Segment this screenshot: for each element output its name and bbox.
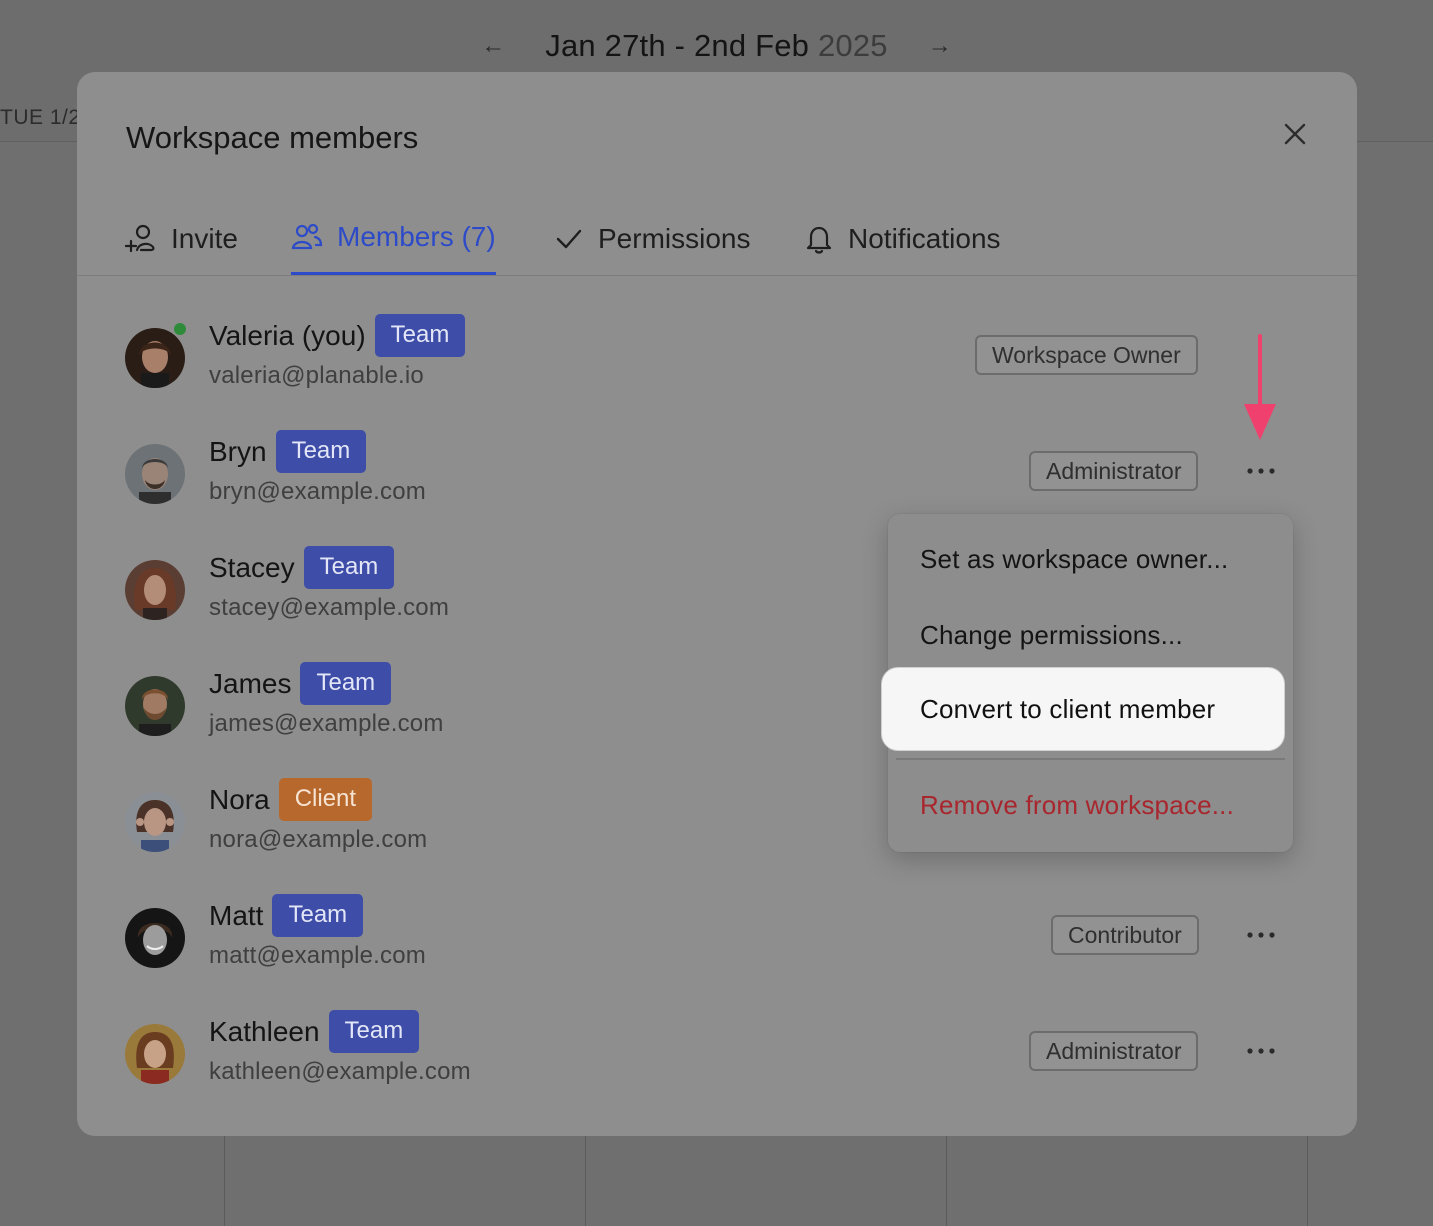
tab-permissions-label: Permissions: [598, 222, 751, 254]
previous-week-arrow-icon[interactable]: ←: [481, 32, 505, 60]
team-badge: Team: [303, 546, 395, 589]
week-range-year: 2025: [817, 28, 888, 63]
more-options-icon: [1247, 932, 1275, 938]
role-label: Contributor: [1051, 915, 1199, 955]
team-badge: Team: [275, 430, 367, 473]
close-icon: [1284, 123, 1306, 145]
client-badge: Client: [278, 778, 373, 821]
checkmark-icon: [556, 229, 582, 248]
annotation-arrow-icon: [1244, 334, 1276, 440]
avatar: [125, 908, 185, 968]
role-label: Administrator: [1029, 1031, 1199, 1071]
modal-tabs: Invite Members (7) Permissions Notificat…: [77, 202, 1357, 276]
team-badge: Team: [300, 662, 392, 705]
online-status-dot: [172, 321, 188, 337]
member-name: Stacey: [209, 551, 295, 583]
avatar: [125, 792, 185, 852]
member-name-row: Valeria (you) Team: [209, 314, 466, 357]
avatar: [125, 560, 185, 620]
tab-notifications-label: Notifications: [848, 222, 1001, 254]
member-name: Matt: [209, 899, 264, 931]
avatar: [125, 1024, 185, 1084]
role-label: Administrator: [1029, 451, 1199, 491]
member-name: Kathleen: [209, 1015, 320, 1047]
modal-title: Workspace members: [126, 120, 419, 155]
set-workspace-owner-option[interactable]: Set as workspace owner...: [920, 544, 1228, 575]
calendar-column-divider: [585, 1136, 586, 1226]
member-name: Nora: [209, 783, 270, 815]
day-column-label: TUE 1/2: [0, 106, 81, 129]
more-options-icon: [1247, 468, 1275, 474]
member-email: stacey@example.com: [209, 594, 450, 621]
member-name: Valeria (you): [209, 319, 366, 351]
member-options-button[interactable]: [1245, 454, 1277, 488]
tab-members-label: Members (7): [337, 221, 496, 252]
bell-icon: [806, 226, 832, 254]
tab-invite[interactable]: Invite: [125, 202, 238, 275]
member-options-button[interactable]: [1245, 1034, 1277, 1068]
next-week-arrow-icon[interactable]: →: [928, 32, 952, 60]
member-email: valeria@planable.io: [209, 362, 424, 389]
calendar-column-divider: [946, 1136, 947, 1226]
member-email: nora@example.com: [209, 826, 428, 853]
team-badge: Team: [272, 894, 364, 937]
member-row: Bryn Team bryn@example.com Administrator: [125, 430, 1325, 524]
team-badge: Team: [374, 314, 466, 357]
avatar: [125, 328, 185, 388]
week-navigation: ← Jan 27th - 2nd Feb 2025 →: [0, 28, 1433, 64]
member-name: Bryn: [209, 435, 267, 467]
member-name-row: Bryn Team: [209, 430, 367, 473]
tab-notifications[interactable]: Notifications: [804, 202, 1001, 275]
member-options-button[interactable]: [1245, 918, 1277, 952]
week-range-label: Jan 27th - 2nd Feb 2025: [545, 28, 887, 64]
menu-divider: [896, 758, 1285, 760]
member-row: Kathleen Team kathleen@example.com Admin…: [125, 1010, 1325, 1104]
member-email: kathleen@example.com: [209, 1058, 471, 1085]
remove-from-workspace-option[interactable]: Remove from workspace...: [920, 790, 1234, 821]
convert-to-client-member-option[interactable]: Convert to client member: [882, 668, 1284, 750]
member-email: james@example.com: [209, 710, 444, 737]
member-name: James: [209, 667, 292, 699]
more-options-icon: [1247, 1048, 1275, 1054]
calendar-column-divider: [1307, 1136, 1308, 1226]
avatar: [125, 676, 185, 736]
member-name-row: Kathleen Team: [209, 1010, 420, 1053]
member-row: Valeria (you) Team valeria@planable.io W…: [125, 314, 1325, 408]
tab-members[interactable]: Members (7): [291, 202, 496, 275]
member-name-row: James Team: [209, 662, 392, 705]
member-email: bryn@example.com: [209, 478, 426, 505]
avatar: [125, 444, 185, 504]
change-permissions-option[interactable]: Change permissions...: [920, 620, 1183, 651]
close-button[interactable]: [1277, 116, 1313, 152]
role-label: Workspace Owner: [975, 335, 1198, 375]
member-name-row: Nora Client: [209, 778, 373, 821]
tab-invite-label: Invite: [171, 222, 238, 254]
week-range-dates: Jan 27th - 2nd Feb: [545, 28, 810, 63]
member-name-row: Stacey Team: [209, 546, 395, 589]
member-email: matt@example.com: [209, 942, 426, 969]
users-icon: [291, 223, 323, 250]
add-user-icon: [125, 224, 155, 252]
calendar-column-divider: [224, 1136, 225, 1226]
team-badge: Team: [328, 1010, 420, 1053]
member-name-row: Matt Team: [209, 894, 364, 937]
tab-permissions[interactable]: Permissions: [554, 202, 750, 275]
member-row: Matt Team matt@example.com Contributor: [125, 894, 1325, 988]
